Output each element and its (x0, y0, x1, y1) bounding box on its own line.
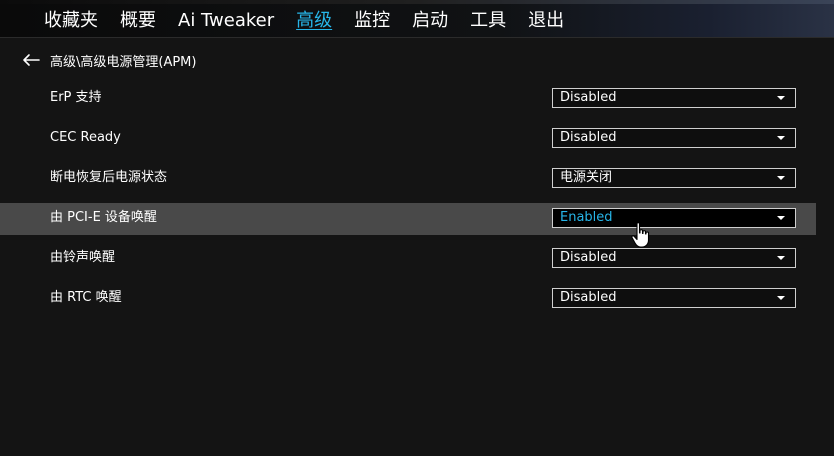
setting-row-ring-wake: 由铃声唤醒 Disabled (0, 246, 816, 278)
setting-label: 由 RTC 唤醒 (50, 290, 122, 305)
breadcrumb: 高级\高级电源管理(APM) (22, 50, 196, 70)
tab-boot[interactable]: 启动 (412, 9, 448, 35)
tab-advanced[interactable]: 高级 (296, 9, 332, 35)
setting-row-erp: ErP 支持 Disabled (0, 86, 816, 118)
tab-ai-tweaker[interactable]: Ai Tweaker (178, 9, 274, 35)
chevron-down-icon (777, 136, 785, 140)
breadcrumb-path: 高级\高级电源管理(APM) (50, 54, 197, 70)
setting-label: CEC Ready (50, 130, 121, 145)
setting-label: ErP 支持 (50, 90, 102, 105)
chevron-down-icon (777, 216, 785, 220)
setting-row-rtc-wake: 由 RTC 唤醒 Disabled (0, 286, 816, 318)
select-value: Disabled (560, 290, 617, 305)
main-nav: 收藏夹 概要 Ai Tweaker 高级 监控 启动 工具 退出 (44, 9, 586, 35)
select-value: Disabled (560, 90, 617, 105)
pcie-wake-select[interactable]: Enabled (552, 208, 796, 228)
select-value: Enabled (560, 210, 613, 225)
arrow-left-icon[interactable] (22, 53, 40, 67)
tab-tool[interactable]: 工具 (470, 9, 506, 35)
setting-row-cec-ready: CEC Ready Disabled (0, 126, 816, 158)
setting-row-pcie-wake: 由 PCI-E 设备唤醒 Enabled (0, 203, 816, 235)
select-value: Disabled (560, 250, 617, 265)
tab-favorites[interactable]: 收藏夹 (44, 9, 98, 35)
ring-wake-select[interactable]: Disabled (552, 248, 796, 268)
tab-exit[interactable]: 退出 (528, 9, 564, 35)
tab-monitor[interactable]: 监控 (354, 9, 390, 35)
rtc-wake-select[interactable]: Disabled (552, 288, 796, 308)
chevron-down-icon (777, 176, 785, 180)
power-restore-select[interactable]: 电源关闭 (552, 168, 796, 188)
setting-label: 由铃声唤醒 (50, 250, 116, 265)
setting-label: 断电恢复后电源状态 (50, 170, 168, 185)
setting-label: 由 PCI-E 设备唤醒 (50, 210, 157, 225)
setting-row-power-restore: 断电恢复后电源状态 电源关闭 (0, 166, 816, 198)
select-value: 电源关闭 (560, 170, 613, 185)
tab-overview[interactable]: 概要 (120, 9, 156, 35)
top-menu-bar: 收藏夹 概要 Ai Tweaker 高级 监控 启动 工具 退出 (0, 0, 834, 38)
cec-ready-select[interactable]: Disabled (552, 128, 796, 148)
header-stripe (0, 0, 834, 4)
chevron-down-icon (777, 296, 785, 300)
erp-support-select[interactable]: Disabled (552, 88, 796, 108)
chevron-down-icon (777, 256, 785, 260)
select-value: Disabled (560, 130, 617, 145)
chevron-down-icon (777, 96, 785, 100)
hand-pointer-icon (631, 222, 650, 248)
